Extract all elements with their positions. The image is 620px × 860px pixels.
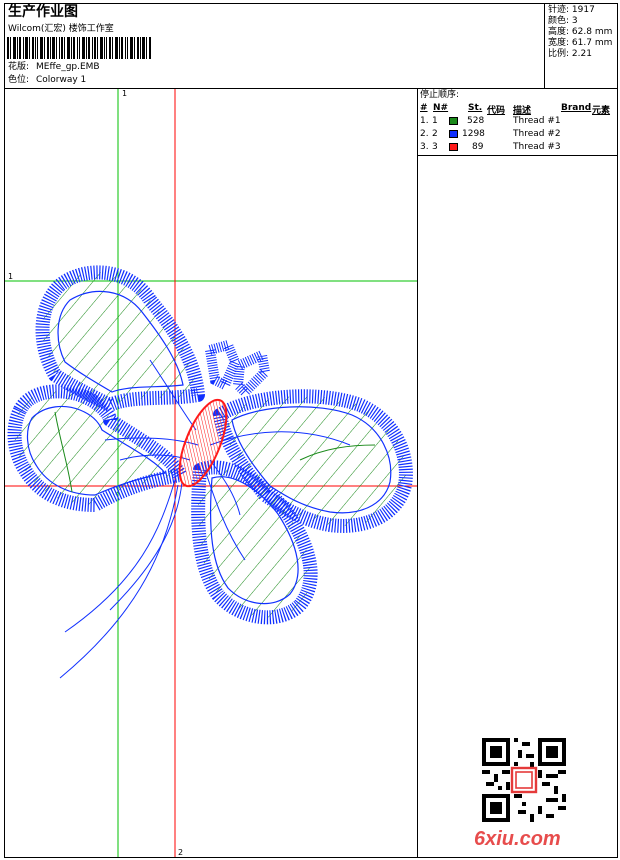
table-row: 2. 2 1298 Thread #2 (420, 129, 561, 139)
col-header-element: 元素 (592, 106, 611, 116)
watermark-text: 6xiu.com (474, 828, 561, 850)
table-row: 3. 3 89 Thread #3 (420, 142, 561, 152)
table-row: 1. 1 528 Thread #1 (420, 116, 561, 126)
design-label: 花版: (8, 62, 30, 72)
stats-list: 针迹: 1917 颜色: 3 高度: 62.8 mm 宽度: 61.7 mm 比… (548, 5, 616, 60)
antenna-tuft-right (232, 347, 271, 400)
guide-label-v2: 2 (178, 848, 183, 857)
stat-stitches: 针迹: 1917 (548, 5, 595, 15)
page-title: 生产作业图 (8, 4, 78, 20)
thread-color-swatch (449, 117, 458, 125)
design-filename: MEffe_gp.EMB (36, 62, 100, 72)
col-header-needle: N# (433, 103, 449, 113)
stat-scale: 比例: 2.21 (548, 49, 592, 59)
stop-sequence-title: 停止顺序: (420, 90, 460, 100)
stat-height: 高度: 62.8 mm (548, 27, 613, 37)
design-canvas: 1 1 2 (5, 89, 417, 857)
right-column-divider (417, 155, 418, 858)
antenna-tuft-left (204, 338, 241, 392)
guide-label-h1: 1 (8, 272, 13, 281)
col-header-code: 代码 (487, 106, 506, 116)
stat-colors: 颜色: 3 (548, 16, 578, 26)
barcode (7, 37, 151, 59)
col-header-index: # (420, 103, 428, 113)
col-header-brand: Brand (561, 103, 592, 113)
guide-label-v1: 1 (122, 89, 127, 98)
company-name: Wilcom(汇宏) 楼饰工作室 (8, 24, 114, 34)
col-header-stitches: St. (468, 103, 483, 113)
thread-color-swatch (449, 130, 458, 138)
colorway-value: Colorway 1 (36, 75, 87, 85)
colorway-label: 色位: (8, 75, 30, 85)
stat-width: 宽度: 61.7 mm (548, 38, 613, 48)
wing-lower-left-border (7, 384, 187, 512)
thread-color-swatch (449, 143, 458, 151)
qr-code-icon (482, 738, 566, 822)
col-header-description: 描述 (513, 106, 532, 116)
